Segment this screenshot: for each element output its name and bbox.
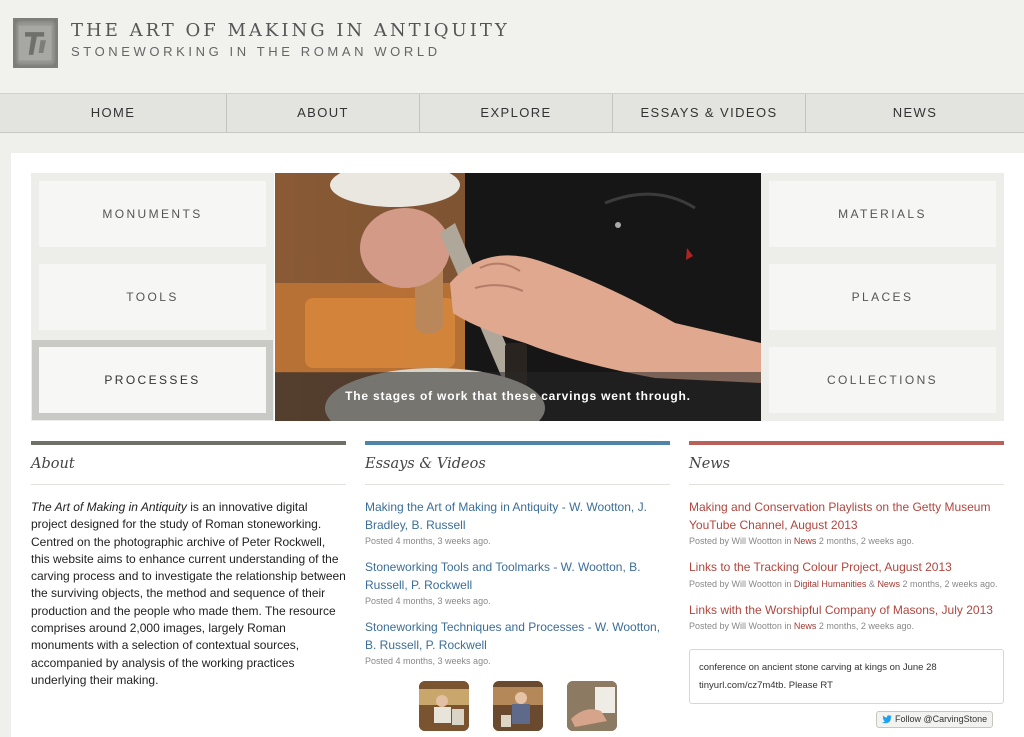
essay-post-meta: Posted 4 months, 3 weeks ago. bbox=[365, 536, 491, 546]
tile-collections[interactable]: COLLECTIONS bbox=[769, 347, 996, 413]
about-italic-lead: The Art of Making in Antiquity bbox=[31, 500, 187, 514]
news-post: Links with the Worshipful Company of Mas… bbox=[689, 602, 1004, 632]
news-meta-author: Posted by Will Wootton in bbox=[689, 621, 794, 631]
essay-post-title[interactable]: Stoneworking Tools and Toolmarks - W. Wo… bbox=[365, 559, 670, 594]
left-tile-column: MONUMENTS TOOLS PROCESSES bbox=[31, 173, 274, 421]
video-thumbnail-image bbox=[419, 681, 469, 731]
news-category-link[interactable]: News bbox=[794, 536, 817, 546]
site-title[interactable]: THE ART OF MAKING IN ANTIQUITY bbox=[71, 20, 510, 41]
news-post-title[interactable]: Links to the Tracking Colour Project, Au… bbox=[689, 559, 1004, 577]
news-category-link[interactable]: News bbox=[794, 621, 817, 631]
about-text: The Art of Making in Antiquity is an inn… bbox=[31, 499, 346, 689]
news-post-title[interactable]: Making and Conservation Playlists on the… bbox=[689, 499, 1004, 534]
essay-post: Making the Art of Making in Antiquity - … bbox=[365, 499, 670, 546]
news-meta-time: 2 months, 2 weeks ago. bbox=[816, 621, 914, 631]
nav-home[interactable]: HOME bbox=[0, 94, 227, 132]
news-heading: News bbox=[689, 445, 1004, 485]
news-column: News Making and Conservation Playlists o… bbox=[689, 441, 1004, 737]
essay-post: Stoneworking Tools and Toolmarks - W. Wo… bbox=[365, 559, 670, 606]
essay-post-meta: Posted 4 months, 3 weeks ago. bbox=[365, 596, 491, 606]
news-category-link[interactable]: News bbox=[877, 579, 900, 589]
site-header: THE ART OF MAKING IN ANTIQUITY STONEWORK… bbox=[0, 0, 1024, 93]
follow-label: Follow @CarvingStone bbox=[895, 714, 988, 724]
essays-heading: Essays & Videos bbox=[365, 445, 670, 485]
essays-column: Essays & Videos Making the Art of Making… bbox=[365, 441, 670, 737]
video-thumbnail[interactable] bbox=[419, 681, 469, 731]
right-tile-column: MATERIALS PLACES COLLECTIONS bbox=[761, 173, 1004, 421]
tile-places[interactable]: PLACES bbox=[769, 264, 996, 330]
essay-post: Stoneworking Techniques and Processes - … bbox=[365, 619, 670, 666]
essay-post-title[interactable]: Making the Art of Making in Antiquity - … bbox=[365, 499, 670, 534]
tile-monuments[interactable]: MONUMENTS bbox=[39, 181, 266, 247]
twitter-bird-icon bbox=[882, 715, 892, 724]
news-meta-time: 2 months, 2 weeks ago. bbox=[899, 578, 998, 589]
about-column: About The Art of Making in Antiquity is … bbox=[31, 441, 346, 689]
site-logo[interactable] bbox=[13, 18, 58, 68]
news-meta-time: 2 months, 2 weeks ago. bbox=[816, 536, 914, 546]
tweet-link[interactable]: tinyurl.com/cz7m4tb. Please RT bbox=[699, 677, 994, 695]
main-content: MONUMENTS TOOLS PROCESSES The stages of … bbox=[11, 153, 1024, 737]
video-thumbnail-image bbox=[493, 681, 543, 731]
nav-essays-videos[interactable]: ESSAYS & VIDEOS bbox=[613, 94, 806, 132]
news-post-meta: Posted by Will Wootton in News 2 months,… bbox=[689, 536, 1004, 546]
video-thumbnail[interactable] bbox=[493, 681, 543, 731]
news-post: Making and Conservation Playlists on the… bbox=[689, 499, 1004, 546]
tweet-box: conference on ancient stone carving at k… bbox=[689, 649, 1004, 704]
tile-materials[interactable]: MATERIALS bbox=[769, 181, 996, 247]
about-body: is an innovative digital project designe… bbox=[31, 500, 346, 687]
site-subtitle: STONEWORKING IN THE ROMAN WORLD bbox=[71, 44, 441, 59]
news-meta-author: Posted by Will Wootton in bbox=[689, 578, 794, 589]
about-heading: About bbox=[31, 445, 346, 485]
news-meta-author: Posted by Will Wootton in bbox=[689, 536, 794, 546]
video-thumbnails bbox=[419, 681, 617, 731]
nav-news[interactable]: NEWS bbox=[806, 94, 1024, 132]
news-post-meta: Posted by Will Wootton in News 2 months,… bbox=[689, 621, 1004, 631]
video-thumbnail-image bbox=[567, 681, 617, 731]
main-nav: HOME ABOUT EXPLORE ESSAYS & VIDEOS NEWS bbox=[0, 93, 1024, 133]
news-post-title[interactable]: Links with the Worshipful Company of Mas… bbox=[689, 602, 1004, 620]
tile-tools[interactable]: TOOLS bbox=[39, 264, 266, 330]
news-post: Links to the Tracking Colour Project, Au… bbox=[689, 559, 1004, 589]
hero-caption: The stages of work that these carvings w… bbox=[275, 372, 761, 421]
nav-explore[interactable]: EXPLORE bbox=[420, 94, 613, 132]
hero-image[interactable]: The stages of work that these carvings w… bbox=[275, 173, 761, 421]
video-thumbnail[interactable] bbox=[567, 681, 617, 731]
tweet-text: conference on ancient stone carving at k… bbox=[699, 662, 937, 673]
essay-post-meta: Posted 4 months, 3 weeks ago. bbox=[365, 656, 491, 666]
news-category-link[interactable]: Digital Humanities bbox=[794, 579, 867, 589]
news-post-meta: Posted by Will Wootton in Digital Humani… bbox=[689, 578, 998, 589]
essay-post-title[interactable]: Stoneworking Techniques and Processes - … bbox=[365, 619, 670, 654]
nav-about[interactable]: ABOUT bbox=[227, 94, 420, 132]
twitter-follow-button[interactable]: Follow @CarvingStone bbox=[876, 711, 994, 728]
tile-processes[interactable]: PROCESSES bbox=[32, 340, 273, 420]
